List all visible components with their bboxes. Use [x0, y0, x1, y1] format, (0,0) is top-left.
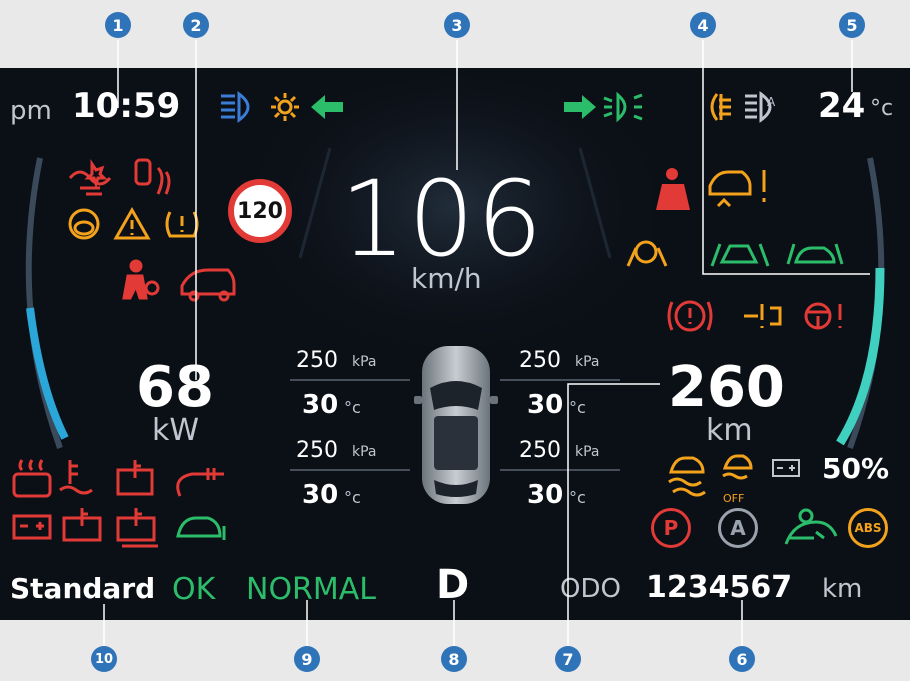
callout-badge: 9	[294, 646, 320, 672]
callout-badge: 1	[105, 12, 131, 38]
callout-badge: 2	[183, 12, 209, 38]
callout-badge: 6	[729, 646, 755, 672]
callout-badge: 10	[91, 646, 117, 672]
callout-badge: 7	[555, 646, 581, 672]
callout-badge: 8	[441, 646, 467, 672]
callout-badge: 5	[839, 12, 865, 38]
callout-lines	[103, 40, 870, 648]
callout-badge: 4	[690, 12, 716, 38]
callout-badge: 3	[444, 12, 470, 38]
